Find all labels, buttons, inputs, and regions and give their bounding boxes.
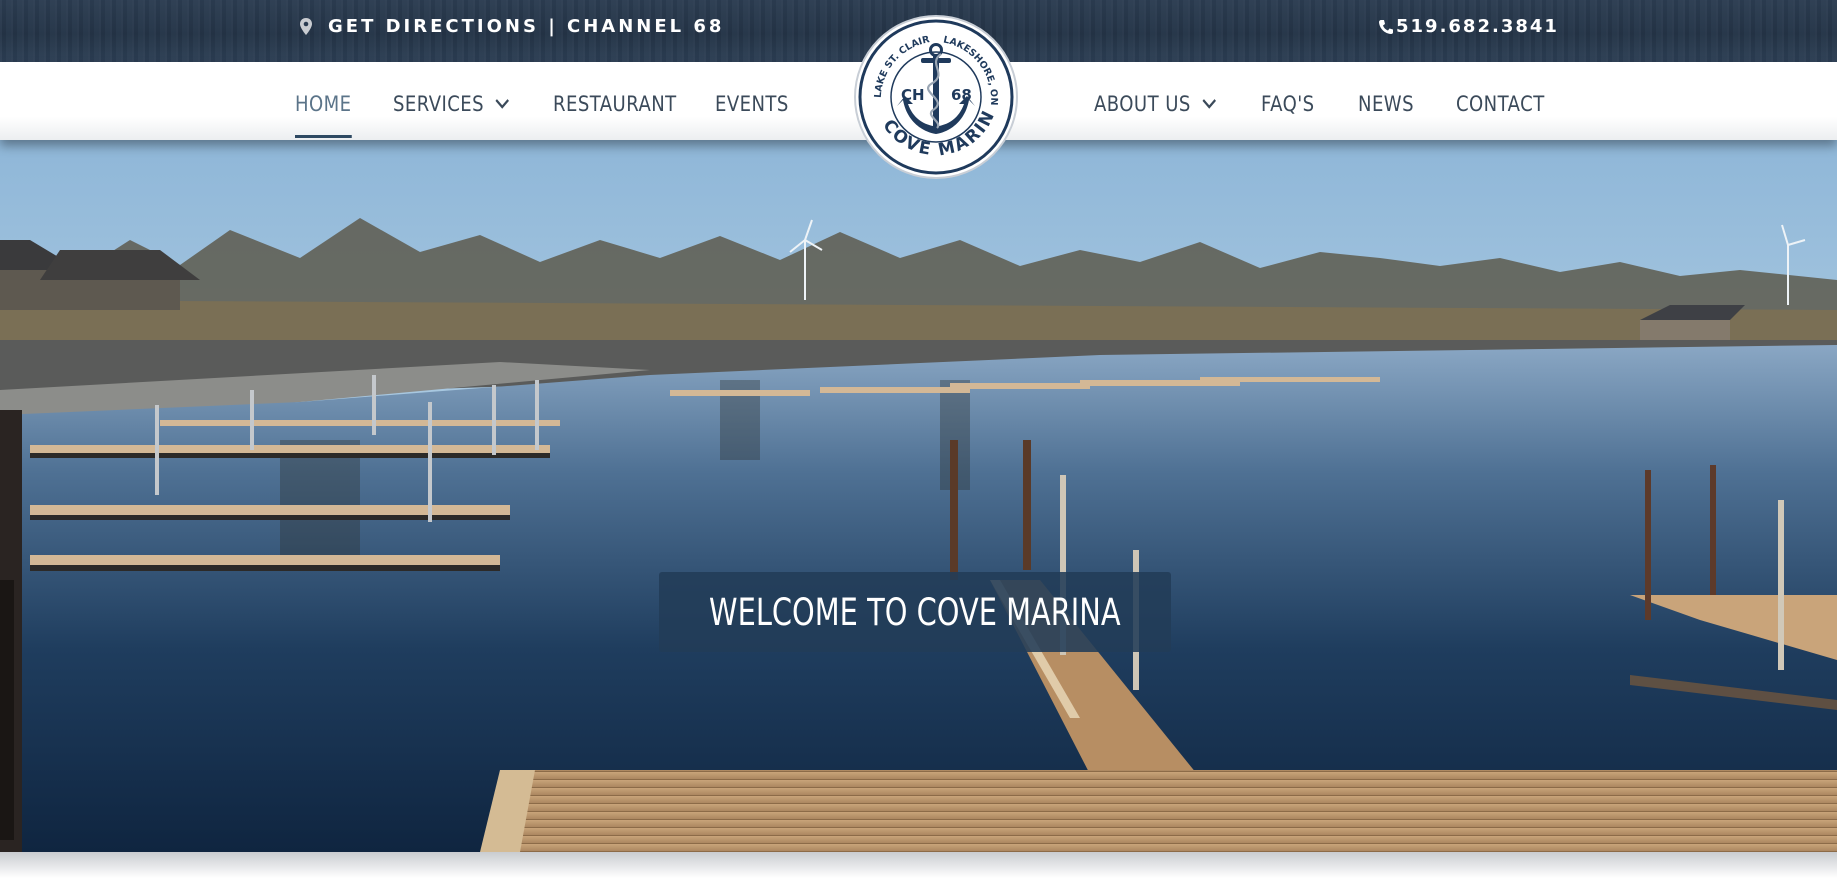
nav-services-label: SERVICES bbox=[393, 92, 485, 116]
phone-icon bbox=[1379, 19, 1393, 34]
nav-services[interactable]: SERVICES bbox=[393, 84, 510, 124]
active-underline bbox=[295, 135, 352, 138]
hero-bottom-shadow bbox=[0, 852, 1837, 878]
welcome-banner: WELCOME TO COVE MARINA bbox=[659, 572, 1171, 652]
phone-number: 519.682.3841 bbox=[1396, 16, 1559, 37]
nav-faqs[interactable]: FAQ'S bbox=[1261, 84, 1315, 124]
nav-restaurant[interactable]: RESTAURANT bbox=[553, 84, 677, 124]
hero-image: WELCOME TO COVE MARINA bbox=[0, 140, 1837, 852]
chevron-down-icon bbox=[1202, 99, 1216, 109]
welcome-headline: WELCOME TO COVE MARINA bbox=[709, 590, 1121, 634]
nav-restaurant-label: RESTAURANT bbox=[553, 92, 677, 116]
directions-text: GET DIRECTIONS | CHANNEL 68 bbox=[328, 16, 725, 37]
nav-home[interactable]: HOME bbox=[295, 84, 352, 138]
nav-events[interactable]: EVENTS bbox=[715, 84, 789, 124]
get-directions-link[interactable]: GET DIRECTIONS | CHANNEL 68 bbox=[298, 16, 724, 37]
nav-news[interactable]: NEWS bbox=[1358, 84, 1414, 124]
marina-photo bbox=[0, 140, 1837, 852]
nav-contact[interactable]: CONTACT bbox=[1456, 84, 1545, 124]
chevron-down-icon bbox=[495, 99, 509, 109]
cove-marina-logo[interactable]: LAKE ST. CLAIR LAKESHORE, ON COVE MARINA… bbox=[853, 14, 1019, 180]
nav-news-label: NEWS bbox=[1358, 92, 1414, 116]
logo-68: 68 bbox=[951, 86, 972, 104]
nav-events-label: EVENTS bbox=[715, 92, 789, 116]
nav-about-us[interactable]: ABOUT US bbox=[1094, 84, 1217, 124]
logo-ch: CH bbox=[901, 86, 925, 104]
map-pin-icon bbox=[300, 17, 312, 35]
phone-link[interactable]: 519.682.3841 bbox=[1378, 16, 1559, 37]
nav-home-label: HOME bbox=[295, 92, 352, 116]
nav-about-label: ABOUT US bbox=[1094, 92, 1191, 116]
main-dock bbox=[500, 770, 1837, 852]
nav-contact-label: CONTACT bbox=[1456, 92, 1545, 116]
nav-faqs-label: FAQ'S bbox=[1261, 92, 1315, 116]
